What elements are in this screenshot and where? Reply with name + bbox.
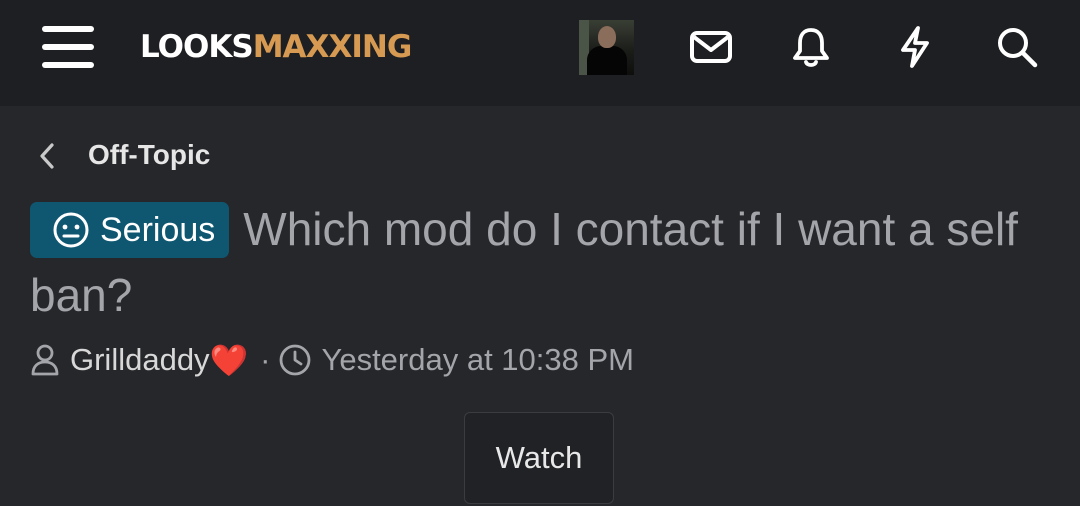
envelope-icon[interactable] bbox=[686, 22, 736, 72]
logo-text-looks: LOOKS bbox=[140, 29, 254, 65]
neutral-face-icon bbox=[53, 212, 89, 248]
site-logo[interactable]: LOOKSMAXXING bbox=[140, 28, 413, 66]
lightning-icon[interactable] bbox=[890, 22, 940, 72]
user-avatar[interactable] bbox=[579, 20, 634, 75]
chevron-left-icon[interactable] bbox=[36, 140, 58, 172]
thread-title: Serious Which mod do I contact if I want … bbox=[30, 196, 1030, 328]
clock-icon bbox=[279, 344, 310, 376]
logo-text-maxxing: MAXXING bbox=[252, 29, 413, 65]
thread-prefix-label: Serious bbox=[100, 211, 216, 249]
breadcrumb-off-topic[interactable]: Off-Topic bbox=[88, 138, 210, 172]
menu-icon[interactable] bbox=[42, 26, 94, 68]
search-icon[interactable] bbox=[992, 22, 1042, 72]
thread-meta: Grilldaddy ❤️ · Yesterday at 10:38 PM bbox=[30, 340, 634, 380]
thread-author[interactable]: Grilldaddy bbox=[70, 342, 210, 378]
bell-icon[interactable] bbox=[786, 22, 836, 72]
author-heart-emoji: ❤️ bbox=[209, 342, 249, 378]
top-navigation-bar: LOOKSMAXXING bbox=[0, 0, 1080, 106]
meta-separator: · bbox=[260, 342, 271, 377]
thread-timestamp[interactable]: Yesterday at 10:38 PM bbox=[322, 342, 635, 378]
user-icon bbox=[31, 344, 59, 376]
watch-button[interactable]: Watch bbox=[464, 412, 614, 504]
thread-prefix-badge[interactable]: Serious bbox=[30, 202, 230, 258]
